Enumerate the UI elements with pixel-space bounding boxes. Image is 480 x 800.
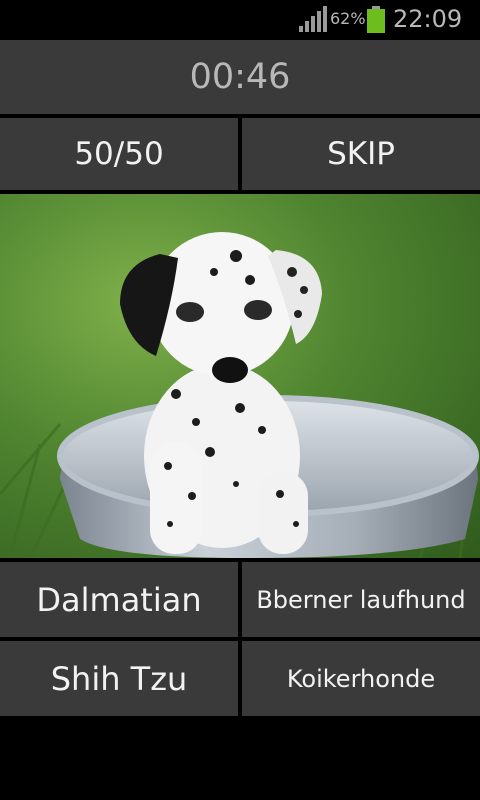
skip-button[interactable]: SKIP xyxy=(242,118,480,190)
status-bar: 62% 22:09 xyxy=(0,0,480,38)
answer-button-1[interactable]: Dalmatian xyxy=(0,562,238,637)
answer-button-2[interactable]: Bberner laufhund xyxy=(242,562,480,637)
signal-icon xyxy=(299,6,327,32)
answer-button-3[interactable]: Shih Tzu xyxy=(0,641,238,716)
answer-button-4[interactable]: Koikerhonde xyxy=(242,641,480,716)
empty-bottom-area xyxy=(0,716,480,800)
battery-percent: 62% xyxy=(330,9,366,28)
question-photo xyxy=(0,194,480,558)
fifty-fifty-button[interactable]: 50/50 xyxy=(0,118,238,190)
dalmatian-puppy-image xyxy=(0,232,480,558)
battery-icon xyxy=(367,6,385,33)
status-clock: 22:09 xyxy=(393,5,463,33)
countdown-timer: 00:46 xyxy=(0,40,480,114)
